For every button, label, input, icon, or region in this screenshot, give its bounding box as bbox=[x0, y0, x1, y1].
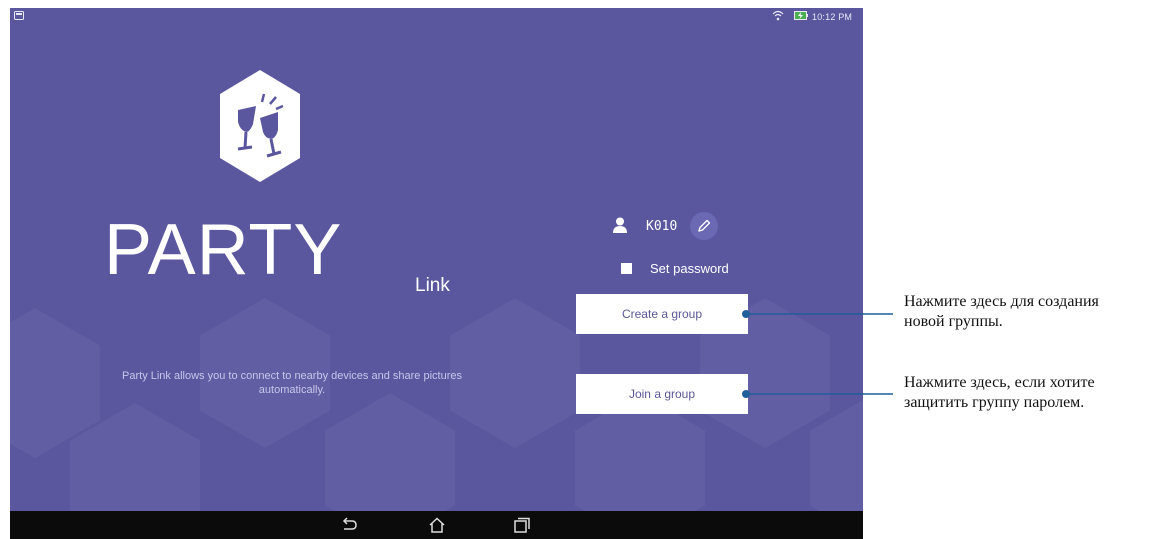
app-title: PARTY bbox=[104, 210, 343, 290]
join-annotation-line1: Нажмите здесь, если хотите bbox=[904, 374, 1095, 391]
create-group-button[interactable]: Create a group bbox=[576, 294, 748, 334]
edit-name-button[interactable] bbox=[690, 212, 718, 240]
join-group-annotation: Нажмите здесь, если хотите защитить груп… bbox=[904, 373, 1095, 413]
person-icon bbox=[613, 217, 627, 233]
recent-apps-icon[interactable] bbox=[513, 517, 531, 533]
status-bar: 10:12 PM bbox=[10, 8, 863, 26]
notification-icon bbox=[14, 11, 24, 20]
create-annotation-line1: Нажмите здесь для создания bbox=[904, 293, 1099, 310]
battery-charging-icon bbox=[794, 11, 808, 20]
join-annotation-line2: защитить группу паролем. bbox=[904, 394, 1085, 411]
create-annotation-line2: новой группы. bbox=[904, 313, 1003, 330]
set-password-checkbox[interactable] bbox=[621, 263, 632, 274]
create-group-annotation: Нажмите здесь для создания новой группы. bbox=[904, 292, 1099, 332]
set-password-label: Set password bbox=[650, 261, 729, 276]
app-description: Party Link allows you to connect to near… bbox=[122, 370, 462, 396]
pencil-icon bbox=[698, 219, 711, 232]
status-clock: 10:12 PM bbox=[812, 12, 853, 22]
wifi-icon bbox=[772, 10, 784, 21]
join-group-button[interactable]: Join a group bbox=[576, 374, 748, 414]
party-glasses-icon bbox=[220, 70, 300, 182]
tablet-screen: 10:12 PM PARTY Link Party Link allows yo… bbox=[10, 8, 863, 539]
app-subtitle: Link bbox=[415, 275, 450, 296]
home-icon[interactable] bbox=[428, 517, 446, 533]
device-name: K010 bbox=[646, 219, 678, 234]
navigation-bar bbox=[10, 511, 863, 539]
back-icon[interactable] bbox=[340, 517, 358, 533]
